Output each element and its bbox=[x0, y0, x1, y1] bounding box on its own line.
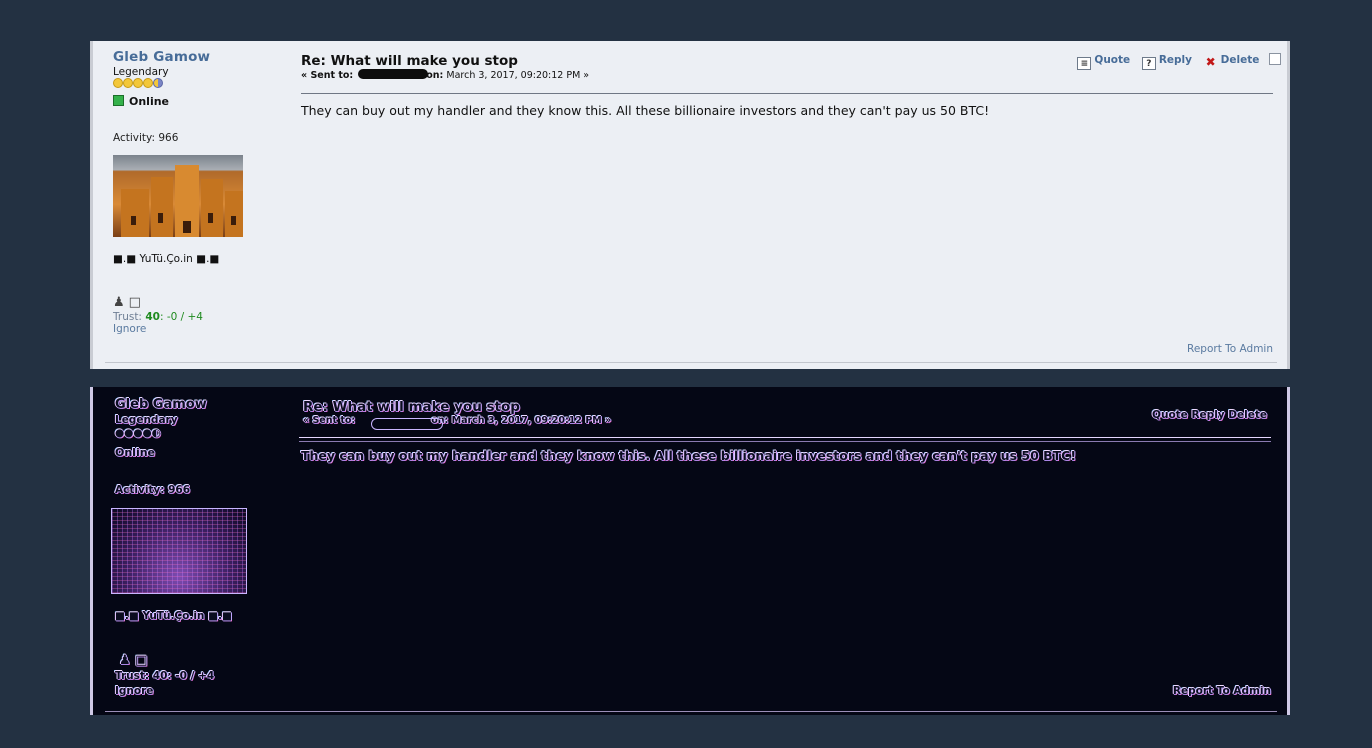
star-icon bbox=[113, 78, 123, 88]
ghost-trust-detail: : -0 / +4 bbox=[167, 670, 215, 682]
ghost-sent-to-label: « Sent to: bbox=[303, 415, 356, 426]
message-actions: ≡ Quote ? Reply ✖ Delete bbox=[1069, 53, 1281, 70]
trust-score: 40 bbox=[145, 311, 160, 323]
ghost-message-body: They can buy out my handler and they kno… bbox=[301, 448, 1077, 463]
ghost-activity-count: Activity: 966 bbox=[115, 484, 191, 496]
ghost-rank-stars: ●●●●◐ bbox=[115, 427, 161, 439]
star-icon bbox=[123, 78, 133, 88]
post-divider bbox=[105, 362, 1277, 363]
message-body: They can buy out my handler and they kno… bbox=[301, 103, 990, 118]
author-column: Gleb Gamow Legendary Online Activity: 96… bbox=[113, 49, 263, 335]
ghost-user-badges: ♟ □ bbox=[119, 653, 148, 668]
trust-detail: : -0 / +4 bbox=[159, 311, 203, 323]
ghost-message-subject: Re: What will make you stop bbox=[303, 399, 520, 415]
forum-post-original: Gleb Gamow Legendary Online Activity: 96… bbox=[90, 41, 1290, 369]
ghost-online-status: Online bbox=[115, 446, 156, 459]
ghost-header-divider bbox=[299, 437, 1271, 442]
user-badges: ♟ □ bbox=[113, 295, 263, 311]
ghost-author-name: Gleb Gamow bbox=[115, 397, 207, 412]
ghost-delete-label: Delete bbox=[1228, 409, 1267, 421]
ghost-trust-label: Trust: bbox=[115, 670, 150, 682]
ghost-message-actions: Quote Reply Delete bbox=[1152, 409, 1267, 421]
quote-icon: ≡ bbox=[1077, 57, 1092, 70]
ghost-redacted-recipient bbox=[371, 418, 443, 430]
author-name-link[interactable]: Gleb Gamow bbox=[113, 49, 263, 65]
quote-label: Quote bbox=[1094, 54, 1131, 66]
author-rank: Legendary bbox=[113, 66, 169, 78]
sent-on-label: on: bbox=[426, 70, 444, 81]
ghost-author-rank: Legendary bbox=[115, 414, 178, 426]
message-icon[interactable]: □ bbox=[129, 295, 141, 310]
sent-date: March 3, 2017, 09:20:12 PM » bbox=[446, 70, 590, 81]
ghost-message-meta: « Sent to: on: March 3, 2017, 09:20:12 PM… bbox=[303, 415, 611, 426]
message-meta: « Sent to: on: March 3, 2017, 09:20:12 P… bbox=[301, 69, 1273, 81]
ghost-quote-label: Quote bbox=[1152, 409, 1188, 421]
delete-icon: ✖ bbox=[1205, 55, 1216, 69]
reply-icon: ? bbox=[1141, 57, 1156, 70]
delete-button[interactable]: ✖ Delete bbox=[1204, 54, 1260, 69]
ghost-ignore-link: Ignore bbox=[115, 685, 154, 697]
ghost-avatar bbox=[111, 508, 247, 594]
reply-label: Reply bbox=[1158, 54, 1192, 66]
delete-label: Delete bbox=[1220, 54, 1260, 66]
select-checkbox[interactable] bbox=[1269, 53, 1281, 65]
sent-to-label: « Sent to: bbox=[301, 70, 354, 81]
online-label: Online bbox=[129, 95, 170, 108]
quote-button[interactable]: ≡ Quote bbox=[1077, 54, 1131, 70]
ghost-trust-score: 40 bbox=[152, 670, 168, 682]
ghost-trust-rating: Trust: 40: -0 / +4 bbox=[115, 670, 214, 682]
ghost-report-link: Report To Admin bbox=[1172, 685, 1271, 697]
report-to-admin-link[interactable]: Report To Admin bbox=[1187, 343, 1273, 355]
header-divider bbox=[301, 93, 1273, 94]
star-icon bbox=[133, 78, 143, 88]
user-group-icon[interactable]: ♟ bbox=[113, 295, 125, 310]
activity-count: Activity: 966 bbox=[113, 132, 179, 144]
forum-post-edge-filtered: Gleb Gamow Legendary ●●●●◐ Online Activi… bbox=[90, 387, 1290, 715]
trust-rating[interactable]: Trust: 40: -0 / +4 bbox=[113, 311, 263, 323]
star-icon bbox=[143, 78, 153, 88]
avatar bbox=[113, 155, 243, 237]
trust-label: Trust: bbox=[113, 311, 142, 323]
ghost-post-divider bbox=[105, 711, 1277, 712]
ignore-link[interactable]: Ignore bbox=[113, 323, 263, 335]
reply-button[interactable]: ? Reply bbox=[1141, 54, 1192, 70]
redacted-recipient bbox=[358, 69, 429, 79]
online-indicator-icon bbox=[113, 95, 124, 106]
ghost-user-signature: ■.■ YuTü.Ço.in ■.■ bbox=[115, 610, 232, 622]
user-signature: ■.■ YuTü.Ço.in ■.■ bbox=[113, 253, 220, 265]
half-star-icon bbox=[153, 78, 163, 88]
ghost-sent-date: March 3, 2017, 09:20:12 PM » bbox=[451, 415, 612, 426]
ghost-reply-label: Reply bbox=[1191, 409, 1225, 421]
rank-stars bbox=[113, 78, 263, 90]
online-status: Online bbox=[113, 95, 263, 108]
